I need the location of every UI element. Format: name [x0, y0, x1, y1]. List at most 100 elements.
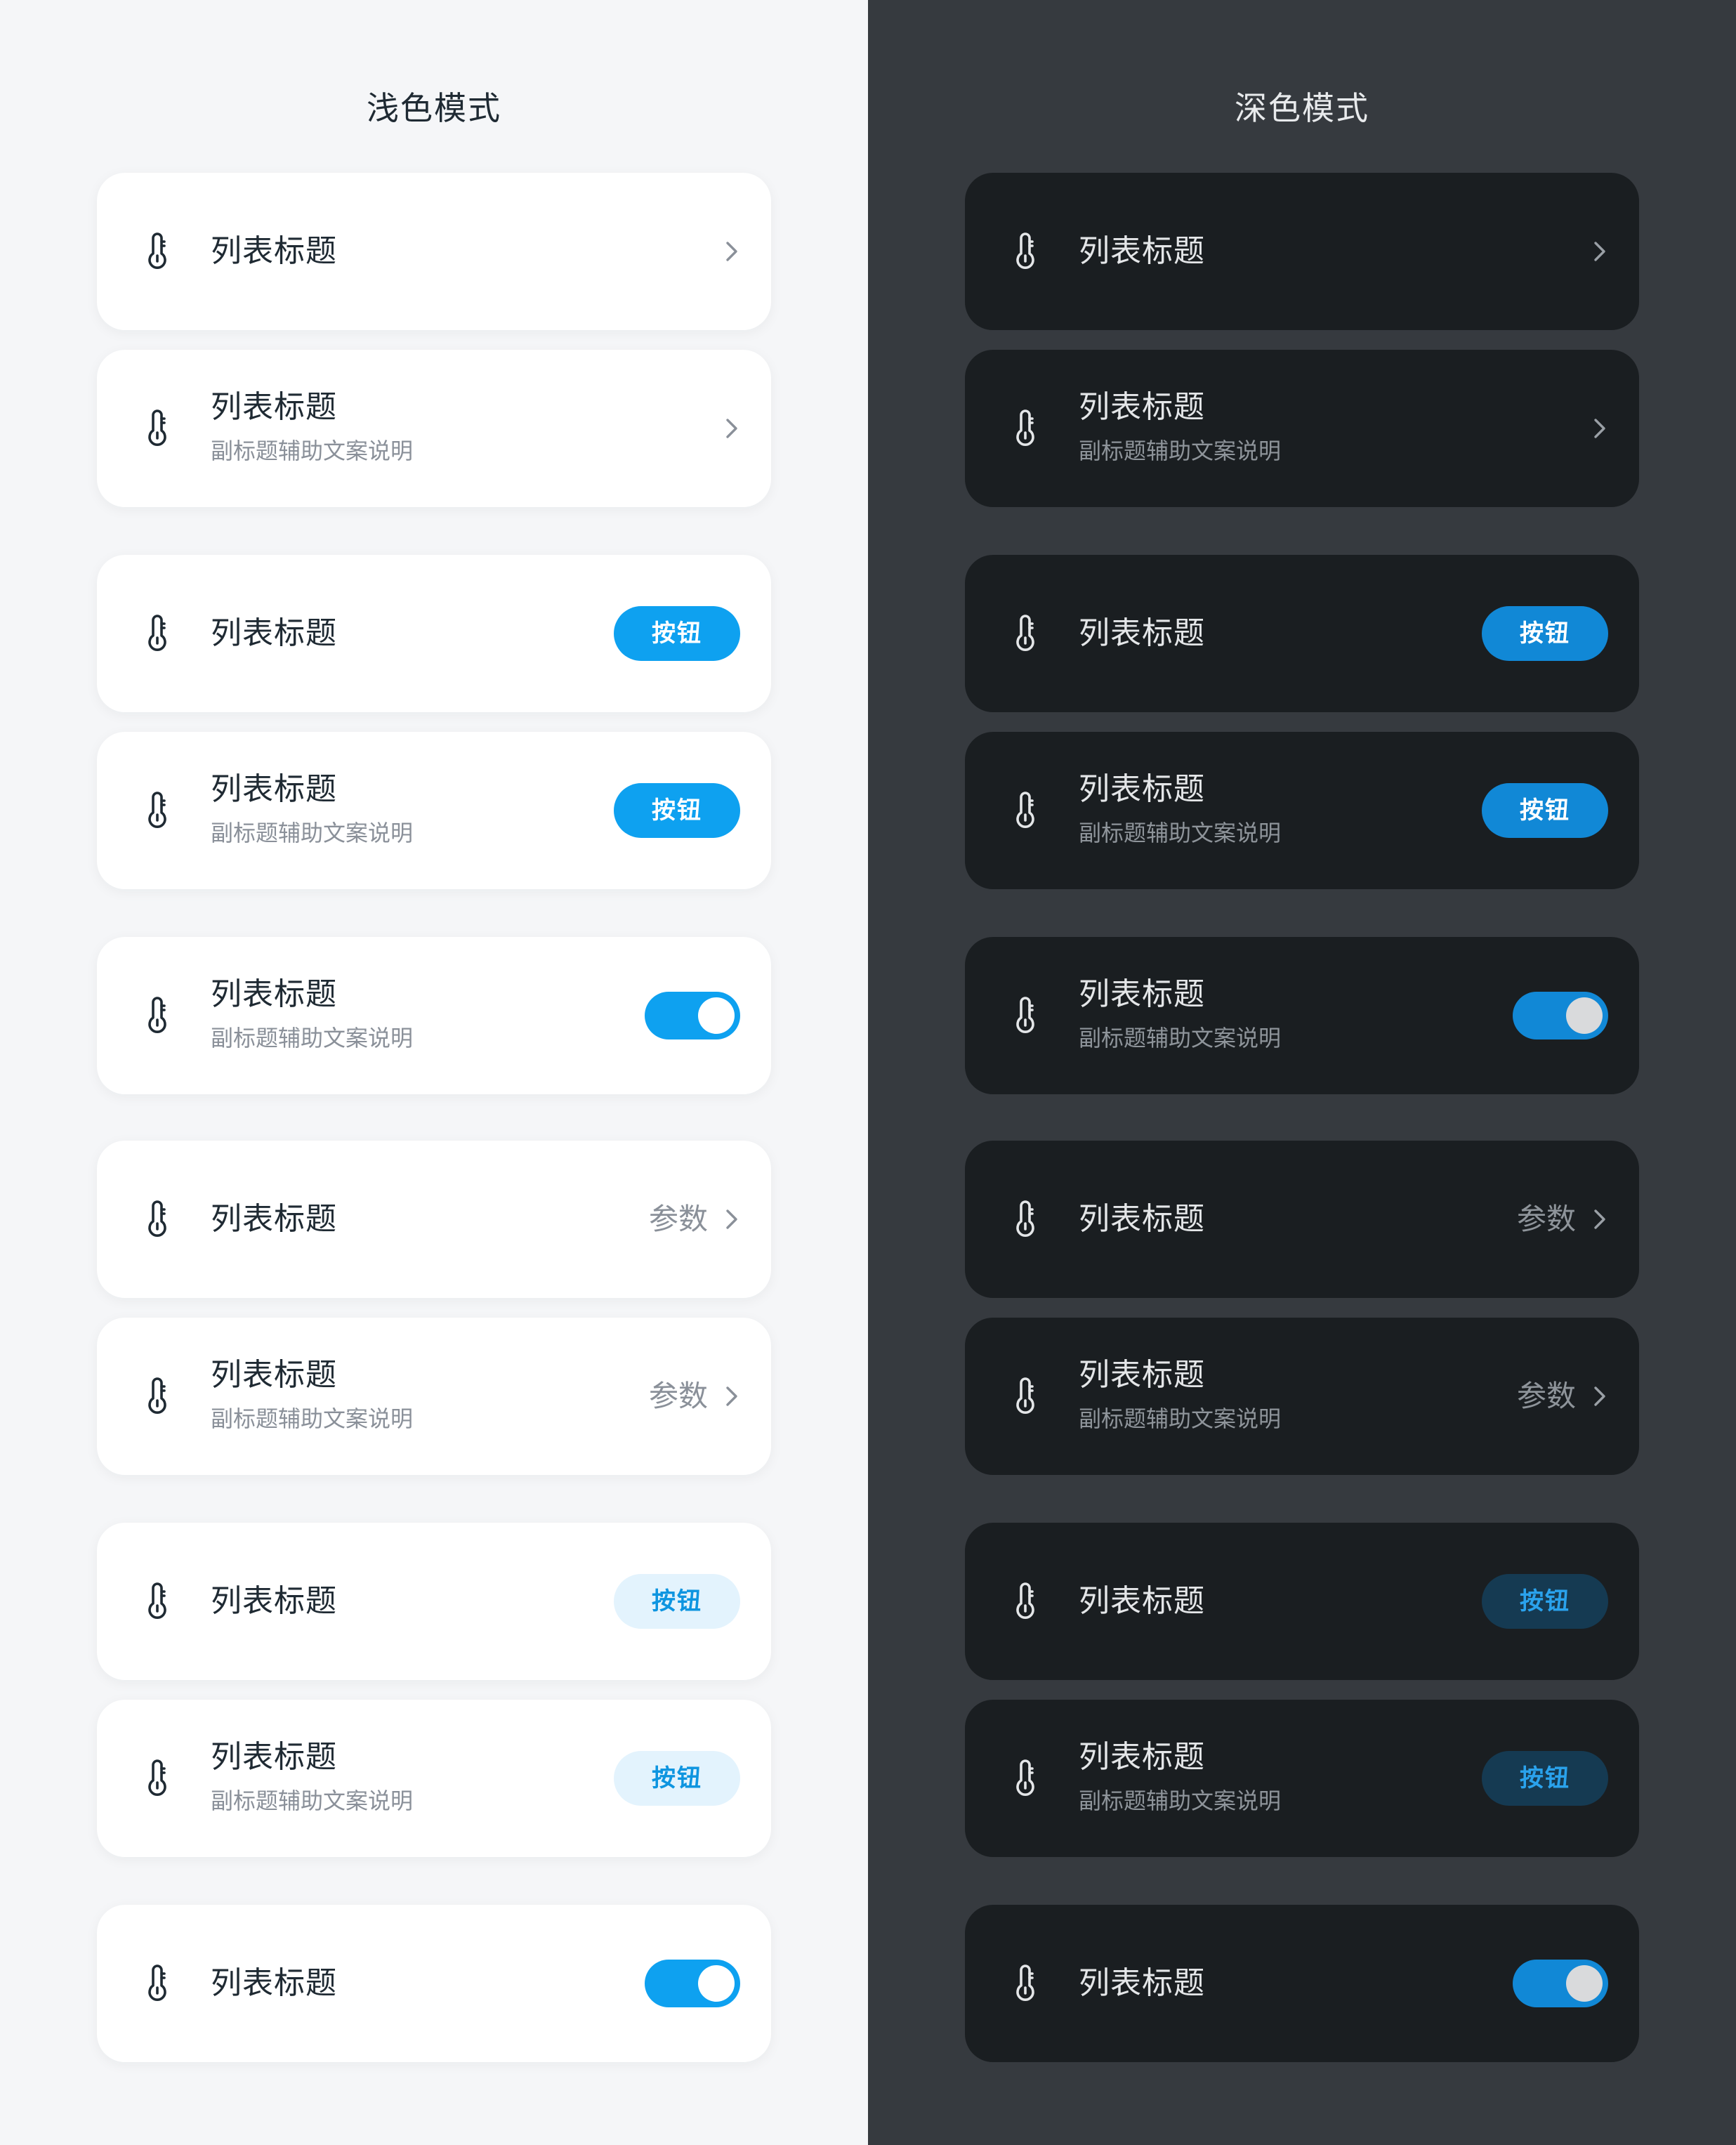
chevron-right-icon[interactable]: [1591, 1205, 1608, 1233]
param-value: 参数: [1516, 1379, 1576, 1413]
list-item-title: 列表标题: [211, 1583, 337, 1619]
thermometer-icon: [1011, 1377, 1039, 1416]
thermometer-icon: [143, 1200, 171, 1239]
thermometer-icon: [1011, 232, 1039, 271]
list-item: 列表标题 按钮: [97, 1523, 771, 1680]
list-item: 列表标题: [97, 1905, 771, 2062]
thermometer-icon: [143, 409, 171, 448]
list-item-title: 列表标题: [211, 1739, 337, 1775]
list-item-title: 列表标题: [1079, 1201, 1205, 1237]
toggle-knob: [1566, 997, 1603, 1034]
list-item-title: 列表标题: [211, 771, 337, 807]
thermometer-icon: [143, 1582, 171, 1621]
list-item-title: 列表标题: [211, 1201, 337, 1237]
thermometer-icon: [143, 614, 171, 653]
list-item-title: 列表标题: [211, 1357, 337, 1393]
list-item[interactable]: 列表标题副标题辅助文案说明: [97, 350, 771, 507]
action-button[interactable]: 按钮: [614, 606, 740, 661]
chevron-right-icon[interactable]: [1591, 237, 1608, 265]
list-item-title: 列表标题: [1079, 1583, 1205, 1619]
thermometer-icon: [1011, 1200, 1039, 1239]
chevron-right-icon[interactable]: [723, 1382, 740, 1410]
list-item-title: 列表标题: [1079, 1739, 1205, 1775]
toggle-switch[interactable]: [645, 992, 740, 1039]
thermometer-icon: [1011, 1759, 1039, 1798]
list-item-subtitle: 副标题辅助文案说明: [1079, 1025, 1282, 1051]
list-item[interactable]: 列表标题: [97, 173, 771, 330]
list-item-title: 列表标题: [1079, 615, 1205, 651]
list-item-title: 列表标题: [211, 389, 337, 425]
thermometer-icon: [143, 1759, 171, 1798]
thermometer-icon: [1011, 996, 1039, 1035]
secondary-action-button[interactable]: 按钮: [1482, 1751, 1608, 1806]
chevron-right-icon[interactable]: [723, 414, 740, 442]
list-item: 列表标题 副标题辅助文案说明: [97, 937, 771, 1094]
list-item-subtitle: 副标题辅助文案说明: [1079, 820, 1282, 846]
param-value: 参数: [1516, 1202, 1576, 1236]
list-item-subtitle: 副标题辅助文案说明: [211, 1405, 414, 1432]
list-item-title: 列表标题: [211, 233, 337, 269]
list-item: 列表标题副标题辅助文案说明 按钮: [965, 732, 1639, 889]
list-item: 列表标题副标题辅助文案说明 按钮: [97, 1700, 771, 1857]
thermometer-icon: [143, 1377, 171, 1416]
action-button[interactable]: 按钮: [1482, 606, 1608, 661]
list-item-title: 列表标题: [1079, 976, 1205, 1012]
list-item: 列表标题: [965, 1905, 1639, 2062]
list-item-title: 列表标题: [1079, 771, 1205, 807]
list-item-subtitle: 副标题辅助文案说明: [1079, 438, 1282, 464]
list-item-title: 列表标题: [211, 615, 337, 651]
param-value: 参数: [648, 1379, 708, 1413]
list-item[interactable]: 列表标题副标题辅助文案说明 参数: [97, 1318, 771, 1475]
list-item-subtitle: 副标题辅助文案说明: [1079, 1788, 1282, 1814]
thermometer-icon: [1011, 1964, 1039, 2003]
secondary-action-button[interactable]: 按钮: [1482, 1574, 1608, 1629]
light-mode-heading: 浅色模式: [367, 89, 501, 127]
dark-mode-heading: 深色模式: [1235, 89, 1369, 127]
list-item-title: 列表标题: [1079, 389, 1205, 425]
action-button[interactable]: 按钮: [1482, 783, 1608, 838]
list-item: 列表标题副标题辅助文案说明: [965, 937, 1639, 1094]
list-item: 列表标题 按钮: [965, 1523, 1639, 1680]
chevron-right-icon[interactable]: [1591, 1382, 1608, 1410]
thermometer-icon: [1011, 791, 1039, 830]
list-item-subtitle: 副标题辅助文案说明: [211, 820, 414, 846]
thermometer-icon: [143, 791, 171, 830]
list-item-title: 列表标题: [211, 1965, 337, 2001]
list-item: 列表标题副标题辅助文案说明 按钮: [965, 1700, 1639, 1857]
list-item-title: 列表标题: [1079, 233, 1205, 269]
toggle-switch[interactable]: [1513, 1960, 1608, 2007]
list-item-title: 列表标题: [1079, 1965, 1205, 2001]
list-item[interactable]: 列表标题副标题辅助文案说明: [965, 350, 1639, 507]
light-mode-panel: 浅色模式 列表标题 列表标题 副标题辅助文案说明 列表标题 按钮 列表标题 副标题辅助文案说…: [0, 0, 868, 2145]
list-item[interactable]: 列表标题: [965, 173, 1639, 330]
list-item-subtitle: 副标题辅助文案说明: [211, 1025, 414, 1051]
list-item[interactable]: 列表标题 参数: [97, 1141, 771, 1298]
action-button[interactable]: 按钮: [614, 783, 740, 838]
dark-mode-panel: 深色模式 列表标题 列表标题 副标题辅助文案说明 列表标题 按钮 列表标题 副标题辅助文案说…: [868, 0, 1736, 2145]
thermometer-icon: [1011, 1582, 1039, 1621]
list-item: 列表标题 按钮: [97, 555, 771, 712]
thermometer-icon: [143, 1964, 171, 2003]
toggle-knob: [698, 1965, 735, 2002]
toggle-switch[interactable]: [645, 1960, 740, 2007]
thermometer-icon: [143, 232, 171, 271]
thermometer-icon: [1011, 614, 1039, 653]
param-value: 参数: [648, 1202, 708, 1236]
list-item-subtitle: 副标题辅助文案说明: [211, 1788, 414, 1814]
chevron-right-icon[interactable]: [723, 1205, 740, 1233]
chevron-right-icon[interactable]: [723, 237, 740, 265]
list-item-subtitle: 副标题辅助文案说明: [211, 438, 414, 464]
list-item[interactable]: 列表标题 参数: [965, 1141, 1639, 1298]
secondary-action-button[interactable]: 按钮: [614, 1751, 740, 1806]
toggle-switch[interactable]: [1513, 992, 1608, 1039]
thermometer-icon: [143, 996, 171, 1035]
list-item: 列表标题 按钮: [965, 555, 1639, 712]
list-item[interactable]: 列表标题副标题辅助文案说明 参数: [965, 1318, 1639, 1475]
chevron-right-icon[interactable]: [1591, 414, 1608, 442]
thermometer-icon: [1011, 409, 1039, 448]
list-item-subtitle: 副标题辅助文案说明: [1079, 1405, 1282, 1432]
secondary-action-button[interactable]: 按钮: [614, 1574, 740, 1629]
list-item: 列表标题副标题辅助文案说明 按钮: [97, 732, 771, 889]
toggle-knob: [1566, 1965, 1603, 2002]
list-item-title: 列表标题: [1079, 1357, 1205, 1393]
